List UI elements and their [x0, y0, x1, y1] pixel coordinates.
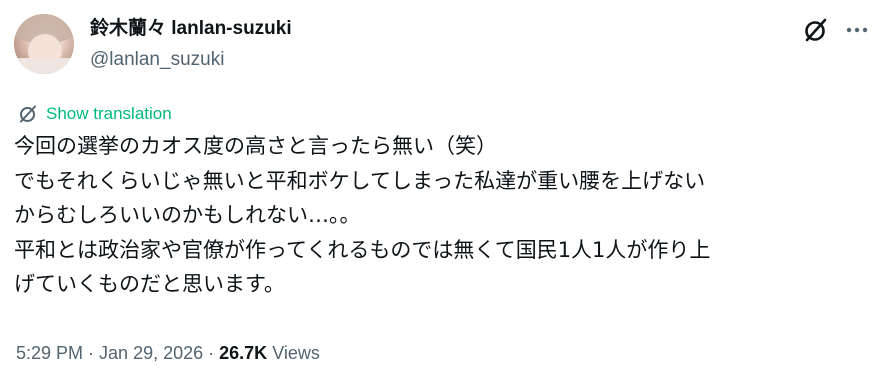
translate-icon	[18, 104, 38, 124]
show-translation-label: Show translation	[46, 104, 172, 123]
tweet-text-line: でもそれくらいじゃ無いと平和ボケしてしまった私達が重い腰を上げない	[14, 168, 706, 193]
views-label: Views	[272, 343, 320, 363]
avatar[interactable]	[14, 14, 74, 74]
tweet-meta: 5:29 PM · Jan 29, 2026 · 26.7K Views	[16, 341, 320, 365]
meta-separator: ·	[83, 343, 100, 363]
show-translation-link[interactable]: Show translation	[18, 103, 172, 125]
more-icon[interactable]	[845, 18, 869, 42]
tweet-actions-top	[803, 18, 869, 42]
author-display-name[interactable]: 鈴木蘭々 lanlan-suzuki	[90, 17, 292, 41]
views-count[interactable]: 26.7K	[219, 343, 267, 363]
tweet: 鈴木蘭々 lanlan-suzuki @lanlan_suzuki Show t…	[0, 0, 887, 385]
tweet-text: 今回の選挙のカオス度の高さと言ったら無い（笑） でもそれくらいじゃ無いと平和ボケ…	[14, 129, 874, 302]
grok-icon[interactable]	[803, 17, 829, 43]
tweet-text-line: 平和とは政治家や官僚が作ってくれるものでは無くて国民1人1人が作り上	[14, 237, 711, 262]
tweet-time[interactable]: 5:29 PM	[16, 343, 83, 363]
tweet-text-line: 今回の選挙のカオス度の高さと言ったら無い（笑）	[14, 134, 497, 158]
tweet-text-line: からむしろいいのかもしれない…。。	[14, 203, 361, 227]
tweet-text-line: げていくものだと思います。	[14, 272, 285, 296]
meta-separator: ·	[203, 343, 220, 363]
tweet-date[interactable]: Jan 29, 2026	[99, 343, 203, 363]
author-handle[interactable]: @lanlan_suzuki	[90, 48, 224, 72]
